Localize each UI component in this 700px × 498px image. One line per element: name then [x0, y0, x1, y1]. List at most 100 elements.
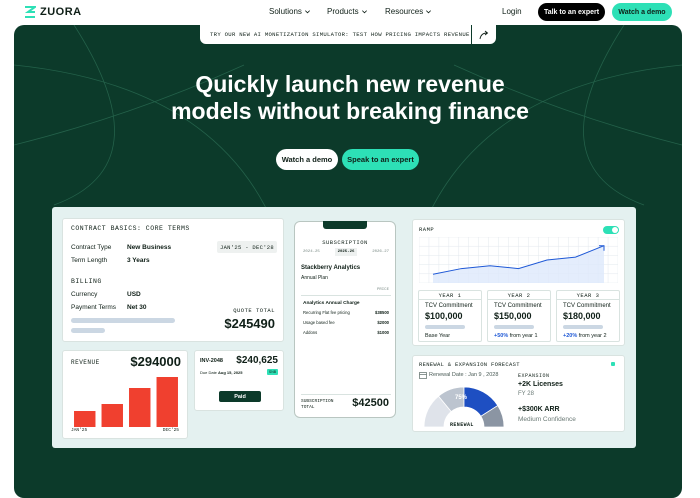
tab-2025-26[interactable]: 2025-26 [334, 248, 358, 256]
placeholder-bar [71, 318, 175, 323]
year-delta: +20% [563, 333, 578, 339]
ramp-year-card: YEAR 3 TCV Commitment $180,000 +20% from… [556, 290, 620, 342]
revenue-start-label: JAN'25 [71, 428, 88, 433]
charge-line-label: Recurring Flat fee pricing [303, 310, 350, 315]
nav-products-label: Products [327, 7, 359, 16]
talk-to-expert-button[interactable]: Talk to an expert [538, 3, 605, 21]
placeholder-bar [425, 325, 465, 329]
contract-card: CONTRACT BASICS: CORE TERMS JAN'25 - DEC… [62, 218, 284, 342]
payment-terms-value: Net 30 [127, 304, 147, 311]
invoice-due: Due Date Aug 15, 2025 [200, 370, 243, 375]
announcement-banner[interactable]: TRY OUR NEW AI MONETIZATION SIMULATOR: T… [200, 25, 496, 44]
due-date-label: Due Date [200, 370, 217, 375]
year-header: YEAR 1 [419, 291, 481, 300]
charge-line-value: $38500 [375, 310, 389, 315]
total-label-line-2: TOTAL [301, 405, 315, 410]
ramp-card: RAMP YEAR 1 TCV Commitment $100,000 Base… [412, 219, 625, 346]
expansion-licenses: +2K Licenses [518, 381, 563, 388]
arrow-redirect-icon [479, 30, 489, 40]
gauge-percent: 75% [455, 395, 468, 401]
year-note-text: from year 1 [509, 333, 538, 339]
contract-row: Contract Type New Business [71, 244, 171, 251]
watch-demo-nav-button[interactable]: Watch a demo [612, 3, 672, 21]
billing-row: Currency USD [71, 291, 141, 298]
year-note: +50% from year 1 [494, 333, 538, 339]
expansion-title: EXPANSION [518, 373, 550, 379]
chevron-down-icon [304, 10, 310, 14]
year-label: TCV Commitment [494, 303, 542, 309]
subscription-total-label: SUBSCRIPTION TOTAL [301, 399, 333, 411]
charge-line-label: Addons [303, 330, 318, 335]
year-note-text: Base Year [425, 333, 451, 339]
nav-products[interactable]: Products [327, 7, 368, 16]
payment-terms-label: Payment Terms [71, 304, 117, 311]
logo[interactable]: ZUORA [24, 6, 82, 18]
charge-title: Analytics Annual Charge [303, 301, 360, 306]
term-length-value: 3 Years [127, 257, 150, 264]
year-value: $150,000 [494, 311, 532, 321]
subscription-company: Stackberry Analytics [301, 265, 361, 271]
year-note: Base Year [425, 333, 450, 339]
ramp-chart [419, 237, 618, 283]
tab-2024-25[interactable]: 2024-25 [301, 248, 322, 256]
banner-divider [471, 25, 472, 44]
invoice-amount: $240,625 [236, 355, 278, 366]
subscription-plan: Annual Plan [301, 275, 328, 281]
speak-to-expert-button[interactable]: Speak to an expert [342, 149, 419, 170]
year-value: $180,000 [563, 311, 601, 321]
zuora-logo-icon [24, 6, 36, 18]
currency-label: Currency [71, 291, 98, 298]
product-dashboard: CONTRACT BASICS: CORE TERMS JAN'25 - DEC… [52, 207, 636, 448]
placeholder-bar [563, 325, 603, 329]
year-value: $100,000 [425, 311, 463, 321]
renewal-date: Renewal Date : Jan 9 , 2028 [429, 372, 499, 378]
contract-date-range: JAN'25 - DEC'28 [217, 241, 277, 253]
term-length-label: Term Length [71, 257, 108, 264]
forecast-card: RENEWAL & EXPANSION FORECAST Renewal Dat… [412, 355, 625, 432]
revenue-bar [156, 377, 178, 427]
year-label: TCV Commitment [563, 303, 611, 309]
year-header: YEAR 3 [557, 291, 619, 300]
quote-total-value: $245490 [224, 316, 275, 331]
ramp-year-card: YEAR 2 TCV Commitment $150,000 +50% from… [487, 290, 551, 342]
contract-type-value: New Business [127, 244, 172, 251]
revenue-bar [74, 411, 96, 427]
headline-line-2: models without breaking finance [171, 98, 529, 124]
login-link[interactable]: Login [502, 7, 522, 16]
divider [301, 394, 391, 395]
chevron-down-icon [426, 10, 432, 14]
contract-title: CONTRACT BASICS: CORE TERMS [71, 225, 190, 232]
subscription-title: SUBSCRIPTION [322, 239, 368, 246]
expansion-arr: +$300K ARR [518, 406, 560, 413]
contract-row: Term Length 3 Years [71, 257, 150, 264]
expansion-confidence: Medium Confidence [518, 416, 576, 423]
charge-line-label: Usage based fee [303, 320, 335, 325]
chevron-down-icon [361, 10, 367, 14]
revenue-bars [74, 377, 178, 427]
billing-title: BILLING [71, 278, 102, 285]
hero-headline: Quickly launch new revenue models withou… [120, 71, 580, 125]
charge-line-value: $2000 [377, 320, 389, 325]
headline-line-1: Quickly launch new revenue [195, 71, 505, 97]
revenue-bar [129, 388, 151, 427]
year-header: YEAR 2 [488, 291, 550, 300]
watch-demo-button[interactable]: Watch a demo [276, 149, 338, 170]
nav-resources-label: Resources [385, 7, 424, 16]
charge-line-value: $1000 [377, 330, 389, 335]
ramp-toggle[interactable] [603, 226, 619, 234]
nav-solutions[interactable]: Solutions [269, 7, 311, 16]
price-label: PRICE [376, 288, 389, 292]
billing-row: Payment Terms Net 30 [71, 304, 147, 311]
calendar-icon [419, 372, 427, 379]
invoice-card: INV-2048 $240,625 Due Date Aug 15, 2025 … [194, 350, 284, 411]
tab-2026-27[interactable]: 2026-27 [370, 248, 391, 256]
year-note-text: from year 2 [578, 333, 607, 339]
invoice-id: INV-2048 [200, 358, 223, 364]
top-nav: ZUORA Solutions Products Resources Login… [0, 0, 700, 25]
currency-value: USD [127, 291, 141, 298]
revenue-end-label: DEC'25 [162, 428, 179, 433]
paid-button[interactable]: Paid [219, 391, 261, 402]
nav-resources[interactable]: Resources [385, 7, 432, 16]
subscription-phone: SUBSCRIPTION 2024-25 2025-26 2026-27 Sta… [294, 221, 396, 418]
due-date-value: Aug 15, 2025 [218, 370, 243, 375]
